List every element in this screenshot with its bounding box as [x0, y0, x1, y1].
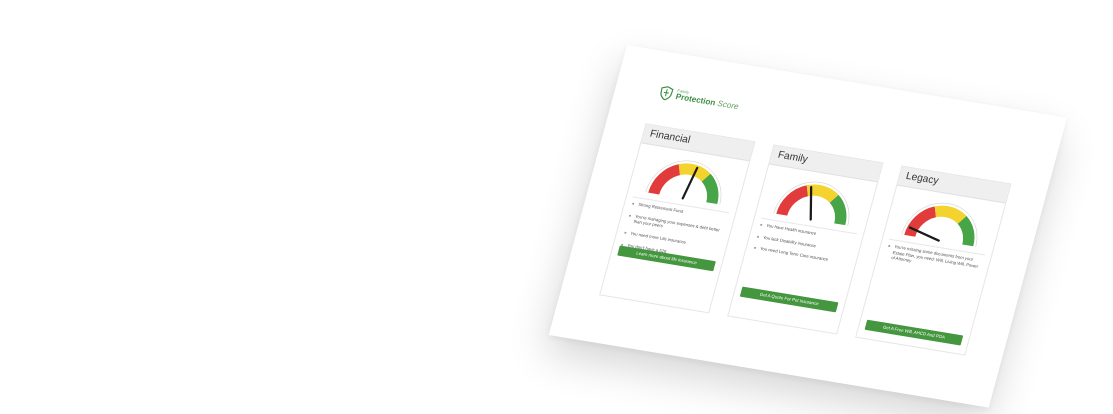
- gauge-green-zone: [701, 173, 719, 205]
- brand-logo: Family Protection Score: [658, 85, 740, 112]
- score-card-financial: Financial Strong Retirement Fund You're ma…: [599, 123, 756, 314]
- gauge-green-zone: [957, 216, 975, 247]
- gauge-yellow-zone: [934, 205, 967, 225]
- score-card-legacy: Legacy You're missing some documents from…: [855, 165, 1012, 356]
- score-cards: Financial Strong Retirement Fund You're ma…: [592, 123, 1016, 384]
- shield-icon: [658, 85, 674, 101]
- stage: Family Protection Score Financial Strong …: [0, 0, 1113, 414]
- gauge-red-zone: [648, 164, 681, 195]
- gauge-red-zone: [776, 185, 809, 216]
- cta-button[interactable]: Get A Free Will, AHCD And POA: [864, 319, 964, 346]
- cta-button[interactable]: Get A Quote For Pet Insurance: [739, 286, 839, 313]
- score-card-family: Family You have Health insurance You lack …: [727, 144, 884, 335]
- gauge-green-zone: [829, 194, 847, 226]
- report-sheet: Family Protection Score Financial Strong …: [548, 45, 1067, 408]
